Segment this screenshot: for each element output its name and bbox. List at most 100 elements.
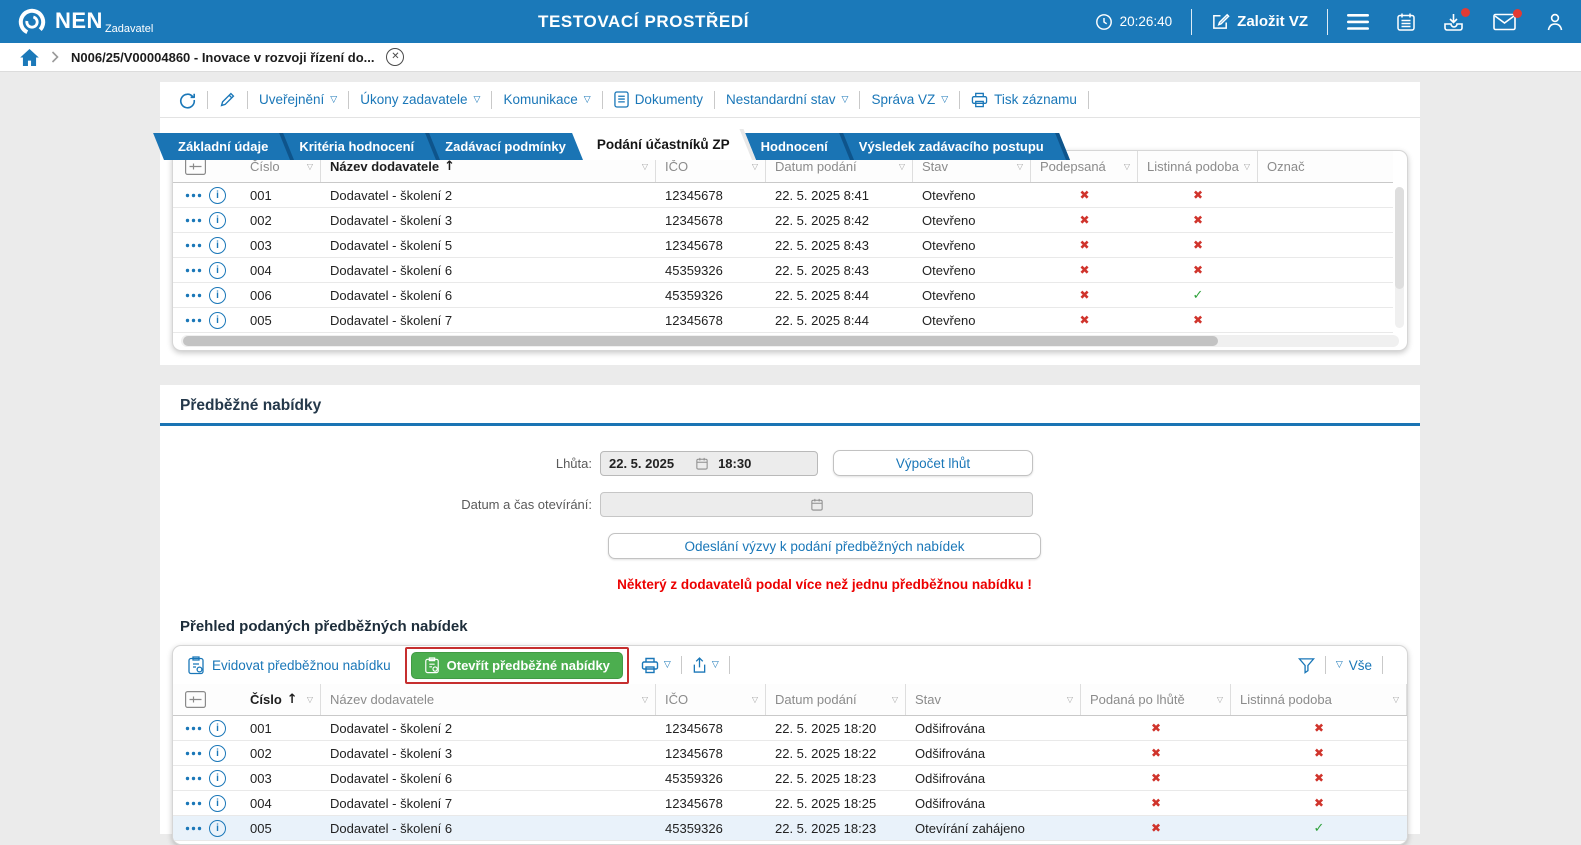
create-vz-button[interactable]: Založit VZ bbox=[1211, 12, 1308, 31]
filter-caret-icon[interactable]: ▽ bbox=[642, 162, 655, 171]
table-row[interactable]: i004Dodavatel - školení 64535932622. 5. … bbox=[173, 258, 1393, 283]
close-icon[interactable]: ✕ bbox=[386, 48, 404, 66]
table-row[interactable]: i003Dodavatel - školení 51234567822. 5. … bbox=[173, 233, 1393, 258]
scrollbar-thumb[interactable] bbox=[183, 336, 1218, 346]
filter-caret-icon[interactable]: ▽ bbox=[899, 162, 912, 171]
calendar-icon[interactable] bbox=[1396, 12, 1416, 32]
row-menu-icon[interactable] bbox=[185, 826, 202, 831]
row-menu-icon[interactable] bbox=[185, 776, 202, 781]
row-info-icon[interactable]: i bbox=[209, 237, 226, 254]
row-info-icon[interactable]: i bbox=[209, 720, 226, 737]
tab-zakladni-udaje[interactable]: Základní údaje bbox=[164, 133, 294, 160]
tab-zadavaci-podminky[interactable]: Zadávací podmínky bbox=[431, 133, 592, 160]
table-row[interactable]: i005Dodavatel - školení 64535932622. 5. … bbox=[173, 816, 1407, 841]
filter-caret-icon[interactable]: ▽ bbox=[1217, 695, 1230, 704]
filter-caret-icon[interactable]: ▽ bbox=[307, 162, 320, 171]
tab-podani-ucastniku-zp[interactable]: Podání účastníků ZP bbox=[583, 129, 756, 160]
opening-datetime-field[interactable] bbox=[600, 492, 1033, 517]
filter-caret-icon[interactable]: ▽ bbox=[892, 695, 905, 704]
breadcrumb-item[interactable]: N006/25/V00004860 - Inovace v rozvoji ří… bbox=[71, 50, 374, 65]
row-menu-icon[interactable] bbox=[185, 268, 202, 273]
column-header-stav[interactable]: Stav▽ bbox=[906, 684, 1081, 715]
table-row[interactable]: i005Dodavatel - školení 71234567822. 5. … bbox=[173, 308, 1393, 333]
home-icon[interactable] bbox=[20, 49, 39, 66]
filter-caret-icon[interactable]: ▽ bbox=[307, 695, 320, 704]
filter-caret-icon[interactable]: ▽ bbox=[1124, 162, 1137, 171]
table-row[interactable]: i002Dodavatel - školení 31234567822. 5. … bbox=[173, 741, 1407, 766]
table-row[interactable]: i006Dodavatel - školení 64535932622. 5. … bbox=[173, 283, 1393, 308]
column-header-ico[interactable]: IČO▽ bbox=[656, 684, 766, 715]
column-settings-icon[interactable] bbox=[185, 691, 206, 708]
print-menu-button[interactable]: ▽ bbox=[641, 657, 671, 674]
table-row[interactable]: i003Dodavatel - školení 64535932622. 5. … bbox=[173, 766, 1407, 791]
row-menu-icon[interactable] bbox=[185, 726, 202, 731]
row-info-icon[interactable]: i bbox=[209, 187, 226, 204]
column-settings-icon[interactable] bbox=[185, 158, 206, 175]
toolbar-item-nestandardni-stav[interactable]: Nestandardní stav▽ bbox=[726, 92, 848, 107]
filter-caret-icon[interactable]: ▽ bbox=[1244, 162, 1257, 171]
table-row[interactable]: i001Dodavatel - školení 21234567822. 5. … bbox=[173, 183, 1393, 208]
column-header-po_lhute[interactable]: Podaná po lhůtě▽ bbox=[1081, 684, 1231, 715]
toolbar-item-dokumenty[interactable]: Dokumenty bbox=[614, 91, 703, 108]
row-menu-icon[interactable] bbox=[185, 751, 202, 756]
filter-caret-icon[interactable]: ▽ bbox=[752, 162, 765, 171]
table-row[interactable]: i004Dodavatel - školení 71234567822. 5. … bbox=[173, 791, 1407, 816]
row-menu-icon[interactable] bbox=[185, 218, 202, 223]
row-info-icon[interactable]: i bbox=[209, 820, 226, 837]
pencil-icon[interactable] bbox=[219, 91, 236, 108]
row-actions: i bbox=[173, 233, 241, 257]
inbox-download-icon[interactable] bbox=[1443, 12, 1464, 32]
row-menu-icon[interactable] bbox=[185, 243, 202, 248]
toolbar-item-uverejneni[interactable]: Uveřejnění▽ bbox=[259, 92, 337, 107]
tab-kriteria-hodnoceni[interactable]: Kritéria hodnocení bbox=[285, 133, 440, 160]
horizontal-scrollbar[interactable] bbox=[181, 335, 1399, 347]
vertical-scrollbar[interactable] bbox=[1395, 187, 1404, 328]
column-settings-cell[interactable] bbox=[173, 684, 241, 715]
calendar-icon[interactable] bbox=[811, 498, 823, 511]
table-row[interactable]: i001Dodavatel - školení 21234567822. 5. … bbox=[173, 716, 1407, 741]
deadline-date-value[interactable]: 22. 5. 2025 bbox=[609, 456, 674, 471]
row-info-icon[interactable]: i bbox=[209, 770, 226, 787]
column-header-nazev[interactable]: Název dodavatele▽ bbox=[321, 684, 656, 715]
filter-caret-icon[interactable]: ▽ bbox=[1067, 695, 1080, 704]
app-logo[interactable]: NEN Zadavatel bbox=[0, 6, 153, 38]
row-info-icon[interactable]: i bbox=[209, 745, 226, 762]
filter-all-dropdown[interactable]: ▽ Vše bbox=[1336, 658, 1372, 673]
toolbar-item-tisk-zaznamu[interactable]: Tisk záznamu bbox=[971, 92, 1077, 108]
filter-caret-icon[interactable]: ▽ bbox=[1393, 695, 1406, 704]
calendar-icon[interactable] bbox=[696, 457, 708, 470]
row-menu-icon[interactable] bbox=[185, 318, 202, 323]
tab-hodnoceni[interactable]: Hodnocení bbox=[747, 133, 854, 160]
table-row[interactable]: i002Dodavatel - školení 31234567822. 5. … bbox=[173, 208, 1393, 233]
deadline-time-value[interactable]: 18:30 bbox=[718, 456, 751, 471]
mail-icon[interactable] bbox=[1493, 13, 1516, 31]
filter-caret-icon[interactable]: ▽ bbox=[642, 695, 655, 704]
send-invitation-button[interactable]: Odeslání výzvy k podání předběžných nabí… bbox=[608, 533, 1041, 559]
row-info-icon[interactable]: i bbox=[209, 262, 226, 279]
toolbar-item-sprava-vz[interactable]: Správa VZ▽ bbox=[871, 92, 948, 107]
history-icon[interactable] bbox=[178, 91, 196, 109]
export-menu-button[interactable]: ▽ bbox=[692, 657, 719, 674]
filter-caret-icon[interactable]: ▽ bbox=[752, 695, 765, 704]
column-header-listinna[interactable]: Listinná podoba▽ bbox=[1231, 684, 1407, 715]
row-menu-icon[interactable] bbox=[185, 193, 202, 198]
row-info-icon[interactable]: i bbox=[209, 312, 226, 329]
row-menu-icon[interactable] bbox=[185, 801, 202, 806]
register-offer-link[interactable]: Evidovat předběžnou nabídku bbox=[187, 656, 391, 675]
row-info-icon[interactable]: i bbox=[209, 287, 226, 304]
toolbar-item-komunikace[interactable]: Komunikace▽ bbox=[503, 92, 590, 107]
toolbar-item-ukony-zadavatele[interactable]: Úkony zadavatele▽ bbox=[360, 92, 480, 107]
row-info-icon[interactable]: i bbox=[209, 795, 226, 812]
calc-deadlines-button[interactable]: Výpočet lhůt bbox=[833, 450, 1033, 476]
menu-hamburger-icon[interactable] bbox=[1347, 13, 1369, 31]
deadline-field[interactable]: 22. 5. 2025 18:30 bbox=[600, 451, 818, 476]
filter-caret-icon[interactable]: ▽ bbox=[1017, 162, 1030, 171]
row-info-icon[interactable]: i bbox=[209, 212, 226, 229]
filter-icon[interactable] bbox=[1298, 657, 1315, 674]
column-header-cislo[interactable]: Číslo↑▽ bbox=[241, 684, 321, 715]
row-menu-icon[interactable] bbox=[185, 293, 202, 298]
tab-vysledek-zadavaciho-postupu[interactable]: Výsledek zadávacího postupu bbox=[845, 133, 1070, 160]
column-header-datum[interactable]: Datum podání▽ bbox=[766, 684, 906, 715]
open-preliminary-offers-button[interactable]: Otevřít předběžné nabídky bbox=[411, 652, 623, 679]
user-icon[interactable] bbox=[1545, 12, 1565, 32]
